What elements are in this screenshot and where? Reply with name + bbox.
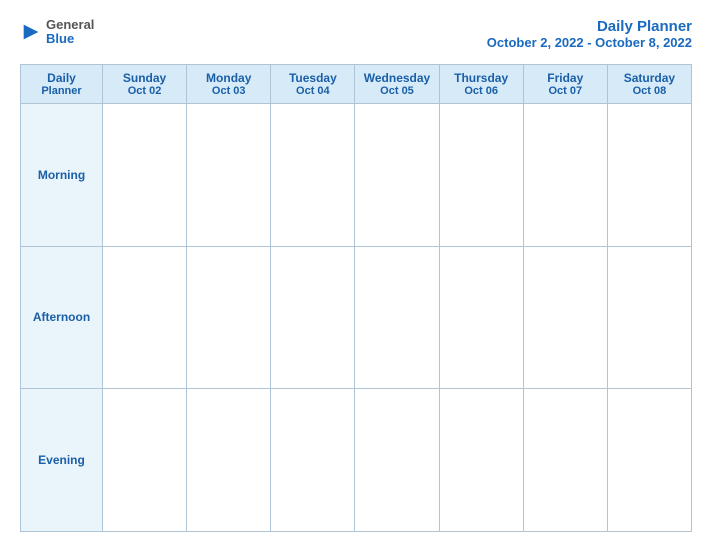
header-wednesday: Wednesday Oct 05 [355,65,439,104]
morning-monday[interactable] [187,104,271,247]
afternoon-saturday[interactable] [607,246,691,389]
monday-date: Oct 03 [191,85,266,97]
evening-row: Evening [21,389,692,532]
friday-date: Oct 07 [528,85,603,97]
morning-sunday[interactable] [103,104,187,247]
evening-label: Evening [21,389,103,532]
logo-blue: Blue [46,32,94,46]
morning-friday[interactable] [523,104,607,247]
wednesday-date: Oct 05 [359,85,434,97]
date-range: October 2, 2022 - October 8, 2022 [487,35,692,50]
thursday-label: Thursday [444,71,519,85]
saturday-label: Saturday [612,71,687,85]
morning-wednesday[interactable] [355,104,439,247]
header-daily: Daily [25,71,98,85]
monday-label: Monday [191,71,266,85]
title-block: Daily Planner October 2, 2022 - October … [487,18,692,50]
tuesday-label: Tuesday [275,71,350,85]
logo-text: General Blue [46,18,94,47]
tuesday-date: Oct 04 [275,85,350,97]
evening-wednesday[interactable] [355,389,439,532]
table-header-row: Daily Planner Sunday Oct 02 Monday Oct 0… [21,65,692,104]
evening-monday[interactable] [187,389,271,532]
wednesday-label: Wednesday [359,71,434,85]
evening-thursday[interactable] [439,389,523,532]
afternoon-wednesday[interactable] [355,246,439,389]
saturday-date: Oct 08 [612,85,687,97]
header-friday: Friday Oct 07 [523,65,607,104]
morning-saturday[interactable] [607,104,691,247]
page-header: General Blue Daily Planner October 2, 20… [20,18,692,50]
logo-general: General [46,18,94,32]
afternoon-row: Afternoon [21,246,692,389]
header-sunday: Sunday Oct 02 [103,65,187,104]
evening-friday[interactable] [523,389,607,532]
evening-tuesday[interactable] [271,389,355,532]
logo: General Blue [20,18,94,47]
sunday-label: Sunday [107,71,182,85]
header-saturday: Saturday Oct 08 [607,65,691,104]
morning-label: Morning [21,104,103,247]
afternoon-tuesday[interactable] [271,246,355,389]
header-thursday: Thursday Oct 06 [439,65,523,104]
header-monday: Monday Oct 03 [187,65,271,104]
friday-label: Friday [528,71,603,85]
evening-sunday[interactable] [103,389,187,532]
header-tuesday: Tuesday Oct 04 [271,65,355,104]
planner-table: Daily Planner Sunday Oct 02 Monday Oct 0… [20,64,692,532]
afternoon-monday[interactable] [187,246,271,389]
evening-saturday[interactable] [607,389,691,532]
thursday-date: Oct 06 [444,85,519,97]
header-label-cell: Daily Planner [21,65,103,104]
morning-thursday[interactable] [439,104,523,247]
afternoon-sunday[interactable] [103,246,187,389]
afternoon-label: Afternoon [21,246,103,389]
sunday-date: Oct 02 [107,85,182,97]
morning-tuesday[interactable] [271,104,355,247]
afternoon-friday[interactable] [523,246,607,389]
morning-row: Morning [21,104,692,247]
afternoon-thursday[interactable] [439,246,523,389]
header-planner: Planner [25,85,98,97]
page-title: Daily Planner [487,18,692,35]
logo-icon [20,21,42,43]
